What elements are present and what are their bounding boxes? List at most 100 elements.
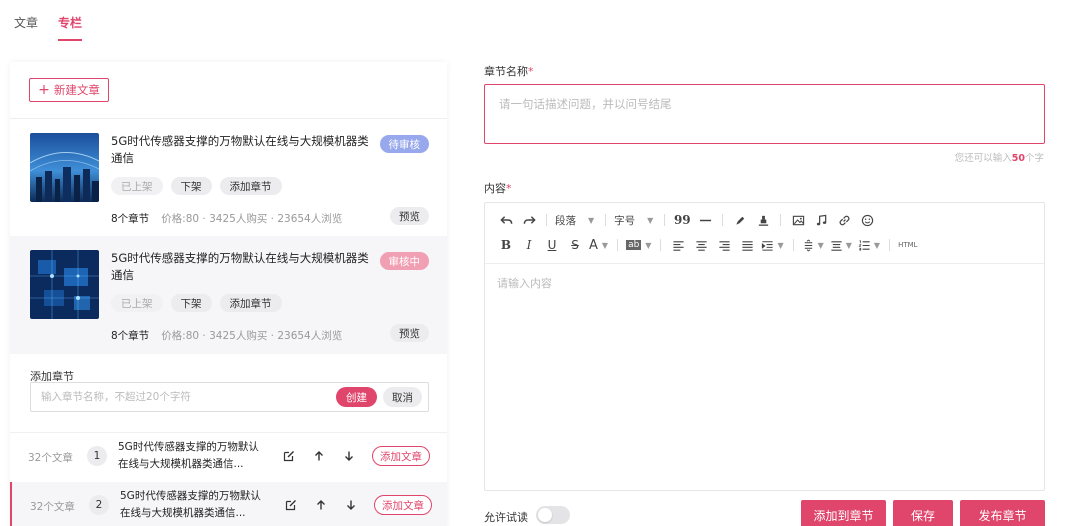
font-size-select[interactable]: 字号 ▼	[614, 213, 653, 228]
list-select[interactable]: ▼	[858, 239, 880, 252]
caret-down-icon: ▼	[647, 215, 654, 225]
align-center-icon[interactable]	[692, 236, 710, 254]
chapter-name-field[interactable]	[484, 84, 1045, 144]
caret-down-icon: ▼	[817, 240, 824, 250]
html-source-icon[interactable]: HTML	[898, 236, 917, 254]
link-icon[interactable]	[835, 211, 853, 229]
background-color-select[interactable]: ab ▼	[626, 240, 651, 250]
toolbar-separator	[792, 239, 794, 251]
paragraph-select[interactable]: 段落 ▼	[555, 213, 594, 228]
save-button[interactable]: 保存	[893, 500, 953, 526]
font-color-select[interactable]: A ▼	[589, 238, 608, 253]
arrow-down-icon[interactable]	[342, 496, 360, 514]
preview-button[interactable]: 预览	[390, 207, 429, 225]
publish-chapter-button[interactable]: 发布章节	[960, 500, 1045, 526]
add-chapter-button[interactable]: 添加章节	[219, 294, 282, 312]
undo-icon[interactable]	[497, 211, 515, 229]
paragraph-spacing-select[interactable]: ▼	[830, 239, 852, 252]
toolbar-separator	[722, 214, 724, 226]
toolbar-separator	[889, 239, 891, 251]
article-card[interactable]: 5G时代传感器支撑的万物默认在线与大规模机器类通信 审核中 已上架 下架 添加章…	[10, 236, 447, 354]
chapter-row[interactable]: 32个文章 2 5G时代传感器支撑的万物默认在线与大规模机器类通信... 添加文…	[10, 482, 447, 526]
allow-trial-toggle[interactable]	[536, 506, 570, 524]
editor-toolbar-row-2: B I U S A ▼ ab ▼ ▼ ▼ ▼ ▼ HTML	[497, 235, 923, 255]
toggle-knob	[538, 508, 552, 522]
font-size-select-label: 字号	[614, 214, 636, 227]
rich-text-editor: 段落 ▼ 字号 ▼ 99 B I U S A ▼ ab ▼ ▼ ▼ ▼ ▼ HT…	[484, 202, 1045, 491]
chapter-name-input[interactable]	[41, 391, 332, 403]
hint-prefix: 您还可以输入	[954, 153, 1012, 164]
music-icon[interactable]	[812, 211, 830, 229]
underline-icon[interactable]: U	[543, 236, 561, 254]
preview-button[interactable]: 预览	[390, 324, 429, 342]
arrow-up-icon[interactable]	[310, 447, 328, 465]
edit-icon[interactable]	[282, 496, 300, 514]
editor-toolbar-row-1: 段落 ▼ 字号 ▼ 99	[497, 210, 881, 230]
listed-button[interactable]: 已上架	[111, 294, 163, 312]
add-article-button[interactable]: 添加文章	[372, 446, 430, 466]
arrow-up-icon[interactable]	[312, 496, 330, 514]
char-limit-hint: 您还可以输入50个字	[955, 150, 1044, 164]
chapter-name-field-input[interactable]	[499, 97, 1030, 111]
indent-select[interactable]: ▼	[761, 239, 784, 252]
italic-icon[interactable]: I	[520, 236, 538, 254]
article-actions: 已上架 下架 添加章节	[111, 177, 282, 195]
cancel-button[interactable]: 取消	[383, 387, 422, 407]
eraser-icon[interactable]	[754, 211, 772, 229]
toolbar-separator	[546, 214, 547, 226]
allow-trial-label: 允许试读	[484, 511, 528, 524]
content-label-text: 内容	[484, 182, 506, 195]
chapter-title[interactable]: 5G时代传感器支撑的万物默认在线与大规模机器类通信...	[120, 488, 270, 522]
article-stats: 价格:80 · 3425人购买 · 23654人浏览	[161, 330, 343, 342]
quote-icon[interactable]: 99	[673, 211, 691, 229]
caret-down-icon: ▼	[588, 215, 595, 225]
image-icon[interactable]	[789, 211, 807, 229]
align-right-icon[interactable]	[715, 236, 733, 254]
tab-columns[interactable]: 专栏	[58, 14, 83, 41]
chapter-title[interactable]: 5G时代传感器支撑的万物默认在线与大规模机器类通信...	[118, 439, 268, 473]
article-meta: 8个章节 价格:80 · 3425人购买 · 23654人浏览	[111, 211, 342, 226]
toolbar-separator	[780, 214, 782, 226]
align-justify-icon[interactable]	[738, 236, 756, 254]
article-title[interactable]: 5G时代传感器支撑的万物默认在线与大规模机器类通信	[111, 250, 371, 284]
toolbar-separator	[605, 214, 607, 226]
listed-button[interactable]: 已上架	[111, 177, 163, 195]
article-title[interactable]: 5G时代传感器支撑的万物默认在线与大规模机器类通信	[111, 133, 371, 167]
top-tabs: 文章 专栏	[14, 14, 83, 41]
horizontal-rule-icon[interactable]	[696, 211, 714, 229]
unlist-button[interactable]: 下架	[170, 177, 212, 195]
chapter-row[interactable]: 32个文章 1 5G时代传感器支撑的万物默认在线与大规模机器类通信... 添加文…	[10, 432, 447, 480]
line-height-select[interactable]: ▼	[802, 239, 824, 252]
bold-icon[interactable]: B	[497, 236, 515, 254]
unlist-button[interactable]: 下架	[170, 294, 212, 312]
article-stats: 价格:80 · 3425人购买 · 23654人浏览	[161, 213, 343, 225]
edit-icon[interactable]	[280, 447, 298, 465]
redo-icon[interactable]	[520, 211, 538, 229]
chapter-article-count: 32个文章	[30, 501, 75, 513]
chapters-count: 8个章节	[111, 330, 150, 342]
create-button[interactable]: 创建	[336, 387, 377, 407]
article-card[interactable]: 5G时代传感器支撑的万物默认在线与大规模机器类通信 待审核 已上架 下架 添加章…	[10, 118, 447, 236]
toolbar-separator	[617, 239, 619, 251]
new-article-button[interactable]: + 新建文章	[29, 78, 109, 102]
new-article-label: 新建文章	[53, 83, 100, 97]
font-color-icon: A	[589, 237, 598, 253]
arrow-down-icon[interactable]	[340, 447, 358, 465]
add-article-button[interactable]: 添加文章	[374, 495, 432, 515]
plus-icon: +	[38, 82, 50, 98]
article-meta: 8个章节 价格:80 · 3425人购买 · 23654人浏览	[111, 328, 342, 343]
hint-suffix: 个字	[1024, 153, 1044, 164]
content-placeholder[interactable]: 请输入内容	[497, 275, 552, 291]
paragraph-select-label: 段落	[555, 214, 576, 227]
emoji-icon[interactable]	[858, 211, 876, 229]
article-actions: 已上架 下架 添加章节	[111, 294, 282, 312]
add-chapter-section: 添加章节 创建 取消	[30, 368, 430, 412]
add-to-chapter-button[interactable]: 添加到章节	[801, 500, 886, 526]
brush-icon[interactable]	[731, 211, 749, 229]
caret-down-icon: ▼	[845, 240, 852, 250]
strikethrough-icon[interactable]: S	[566, 236, 584, 254]
add-chapter-box: 创建 取消	[30, 382, 429, 412]
tab-articles[interactable]: 文章	[14, 14, 38, 41]
align-left-icon[interactable]	[669, 236, 687, 254]
add-chapter-button[interactable]: 添加章节	[219, 177, 282, 195]
